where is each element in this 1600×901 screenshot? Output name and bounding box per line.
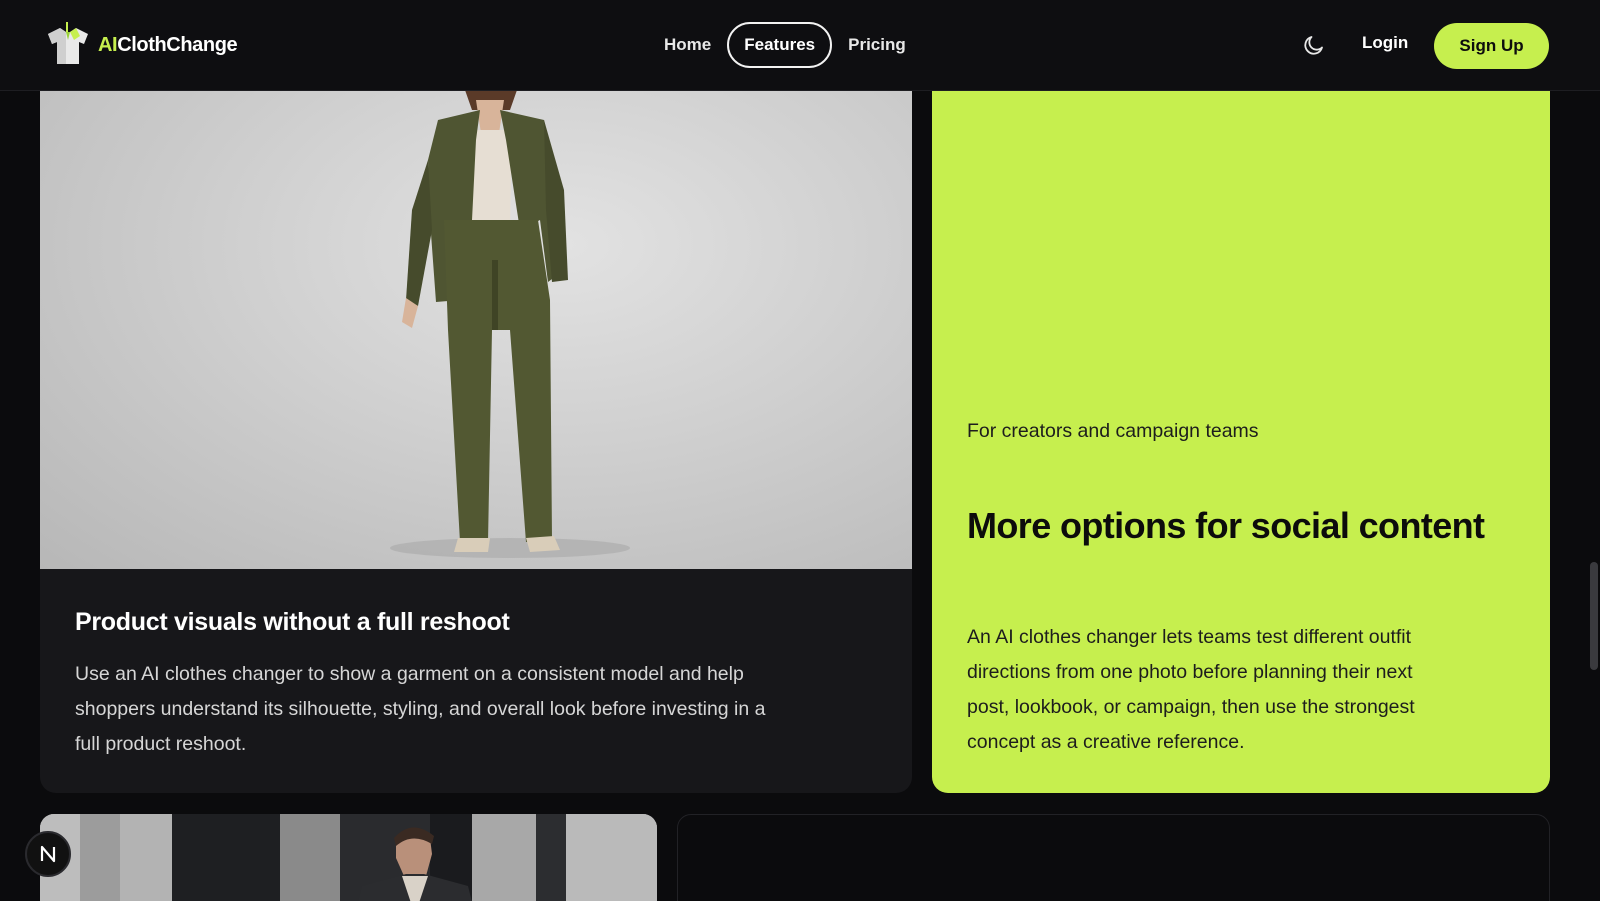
feature-eyebrow: For creators and campaign teams [967,420,1259,442]
signup-button[interactable]: Sign Up [1434,23,1549,69]
feature-description: Use an AI clothes changer to show a garm… [75,663,766,755]
scrollbar-thumb[interactable] [1590,562,1598,670]
feature-card-social: For creators and campaign teams More opt… [932,70,1550,793]
logo[interactable]: AIClothChange [40,20,238,70]
logo-prefix: AI [98,33,118,56]
page: AIClothChange Home Features Pricing Logi… [0,0,1600,901]
feature-title: More options for social content [967,505,1485,546]
feature-title: Product visuals without a full reshoot [75,608,510,636]
logo-text: AIClothChange [98,33,238,57]
feature-card-next [677,814,1550,901]
logo-name: ClothChange [117,33,238,56]
feature-card-reshoot: Product visuals without a full reshoot U… [40,70,912,793]
woman-in-olive-suit-photo [40,70,912,569]
scrollbar-track[interactable] [1588,0,1600,901]
login-link[interactable]: Login [1362,33,1408,53]
n-glyph-icon [40,845,56,863]
nav-pricing[interactable]: Pricing [832,22,922,68]
main-nav: Home Features Pricing [650,21,922,69]
site-header: AIClothChange Home Features Pricing Logi… [0,0,1600,91]
nav-home[interactable]: Home [650,22,727,68]
n-logo-icon[interactable] [25,831,71,877]
shirt-logo-icon [48,22,88,64]
moon-icon[interactable] [1302,33,1326,57]
feature-description: An AI clothes changer lets teams test di… [967,626,1415,753]
nav-features[interactable]: Features [727,22,833,68]
man-in-dark-jacket-photo [40,814,657,901]
